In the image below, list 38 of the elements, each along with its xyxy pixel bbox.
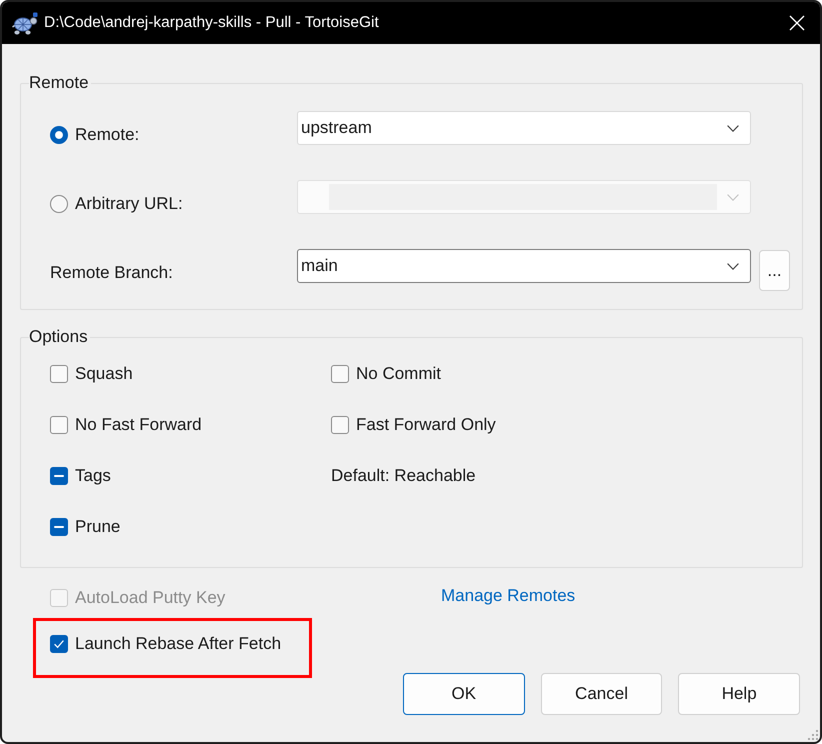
checkbox-label: Launch Rebase After Fetch (75, 634, 282, 654)
dialog-button[interactable]: Help (678, 673, 800, 715)
window-title: D:\Code\andrej-karpathy-skills - Pull - TortoiseGit (44, 13, 379, 33)
group-title: Remote (29, 73, 90, 93)
radio-button[interactable] (50, 195, 68, 213)
dropdown-field[interactable]: upstream (297, 111, 751, 145)
chevron-down-icon (727, 124, 739, 132)
checkbox[interactable] (331, 365, 349, 383)
turtle-icon (12, 12, 38, 34)
radio-label: Arbitrary URL: (75, 194, 183, 214)
checkbox-label: Fast Forward Only (356, 415, 496, 435)
checkbox[interactable] (50, 467, 68, 485)
checkbox[interactable] (50, 416, 68, 434)
group-title: Options (29, 327, 89, 347)
close-icon (789, 15, 805, 31)
checkbox[interactable] (50, 635, 68, 653)
checkbox-label: Tags (75, 466, 111, 486)
resize-grip-icon[interactable] (808, 730, 818, 740)
radio-label: Remote: (75, 125, 140, 145)
dialog-button[interactable]: OK (403, 673, 525, 715)
checkbox-label: Squash (75, 364, 133, 384)
dialog-button[interactable]: Cancel (540, 673, 662, 715)
checkbox[interactable] (50, 365, 68, 383)
radio-button[interactable] (50, 126, 68, 144)
checkbox-label: No Fast Forward (75, 415, 202, 435)
field-label: Remote Branch: (50, 263, 173, 283)
checkbox[interactable] (331, 416, 349, 434)
browse-button[interactable]: ... (759, 250, 790, 291)
chevron-down-icon (727, 194, 739, 200)
checkbox-label: AutoLoad Putty Key (75, 588, 226, 608)
checkbox-label: No Commit (356, 364, 442, 384)
manage-remotes-link[interactable]: Manage Remotes (441, 586, 576, 606)
chevron-down-icon (727, 262, 739, 270)
dropdown-field[interactable]: main (297, 249, 751, 283)
checkmark-icon (54, 639, 64, 649)
info-text: Default: Reachable (331, 466, 476, 486)
checkbox[interactable] (50, 518, 68, 536)
checkbox-label: Prune (75, 517, 120, 537)
